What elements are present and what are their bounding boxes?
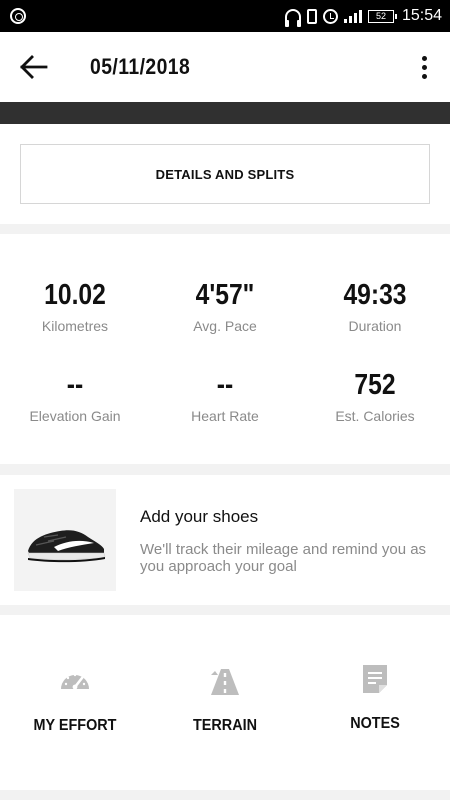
note-icon — [363, 665, 387, 693]
stat-label: Duration — [348, 318, 402, 334]
stat-label: Heart Rate — [191, 408, 259, 424]
stat-distance: 10.02 Kilometres — [0, 278, 150, 334]
clock: 15:54 — [401, 7, 442, 24]
stat-label: Avg. Pace — [193, 318, 257, 334]
back-button[interactable] — [18, 52, 52, 82]
stat-label: Est. Calories — [335, 408, 415, 424]
details-and-splits-button[interactable]: DETAILS AND SPLITS — [20, 144, 430, 204]
vibrate-icon — [306, 8, 317, 24]
stat-value: 4'57" — [195, 279, 255, 311]
add-shoes-card[interactable]: Add your shoes We'll track their mileage… — [0, 475, 450, 605]
stat-heart-rate: -- Heart Rate — [150, 368, 300, 424]
stat-duration: 49:33 Duration — [300, 278, 450, 334]
stat-value: 752 — [354, 369, 396, 401]
headphones-icon — [284, 9, 301, 27]
details-section: DETAILS AND SPLITS — [0, 124, 450, 224]
stat-value: -- — [216, 369, 234, 401]
shoe-icon — [27, 530, 106, 563]
app-icon — [10, 8, 26, 24]
stat-calories: 752 Est. Calories — [300, 368, 450, 424]
status-icons: 52 15:54 — [284, 6, 442, 27]
add-shoes-description: We'll track their mileage and remind you… — [140, 541, 427, 575]
battery-icon: 52 — [367, 9, 397, 23]
stat-value: 49:33 — [343, 279, 407, 311]
status-bar: 52 15:54 — [0, 0, 450, 32]
run-actions: MY EFFORT TERRAIN NOTES — [0, 615, 450, 790]
signal-icon — [343, 9, 362, 23]
action-label: MY EFFORT — [33, 717, 117, 734]
road-icon — [211, 669, 239, 695]
stats-grid: 10.02 Kilometres 4'57" Avg. Pace 49:33 D… — [0, 234, 450, 464]
action-label: NOTES — [350, 715, 400, 732]
map-strip — [0, 102, 450, 124]
alarm-icon — [322, 8, 338, 24]
stat-label: Elevation Gain — [29, 408, 121, 424]
shoe-image — [14, 489, 116, 591]
add-shoes-title: Add your shoes — [140, 507, 259, 526]
arrow-left-icon — [20, 55, 48, 79]
notes-button[interactable]: NOTES — [300, 615, 450, 790]
speedometer-icon — [61, 673, 89, 690]
action-label: TERRAIN — [192, 717, 257, 734]
more-options-button[interactable] — [414, 52, 434, 82]
stat-label: Kilometres — [41, 318, 109, 334]
stat-elevation-gain: -- Elevation Gain — [0, 368, 150, 424]
stat-value: -- — [66, 369, 84, 401]
stat-value: 10.02 — [44, 279, 106, 311]
more-vertical-icon — [421, 55, 427, 61]
page-title: 05/11/2018 — [90, 54, 191, 79]
app-bar: 05/11/2018 — [0, 32, 450, 102]
stat-avg-pace: 4'57" Avg. Pace — [150, 278, 300, 334]
my-effort-button[interactable]: MY EFFORT — [0, 615, 150, 790]
terrain-button[interactable]: TERRAIN — [150, 615, 300, 790]
